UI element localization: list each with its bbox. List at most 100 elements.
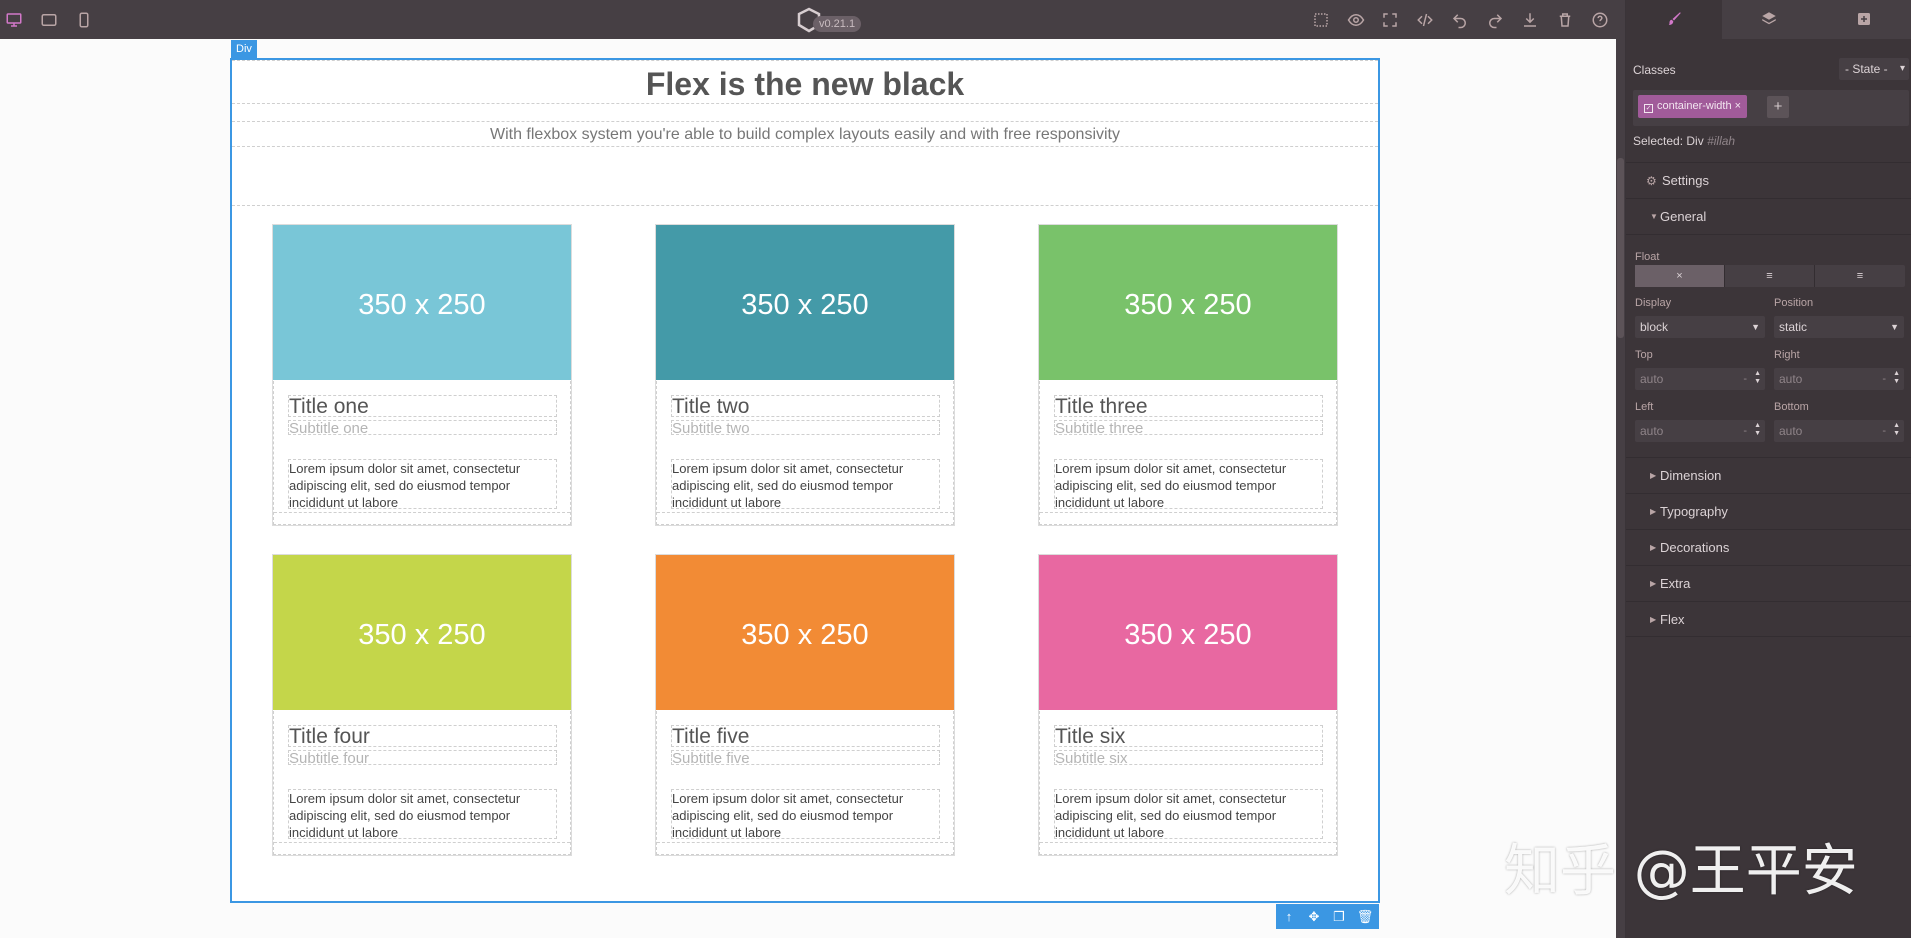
position-label: Position: [1774, 297, 1814, 309]
float-none-option[interactable]: ×: [1635, 265, 1725, 287]
preview-icon[interactable]: [1343, 7, 1369, 33]
undo-icon[interactable]: [1447, 7, 1473, 33]
card-subtitle[interactable]: Subtitle one: [288, 420, 557, 436]
left-value: auto: [1640, 424, 1664, 438]
unit-select[interactable]: -: [1743, 420, 1747, 442]
sector-label: Typography: [1660, 504, 1728, 519]
bottom-value: auto: [1779, 424, 1803, 438]
sector-typography[interactable]: ▶ Typography: [1626, 493, 1911, 529]
card-subtitle[interactable]: Subtitle three: [1054, 420, 1323, 436]
caret-right-icon: ▶: [1650, 615, 1657, 624]
bottom-input[interactable]: auto - ▲ ▼: [1774, 420, 1904, 442]
selected-prefix: Selected:: [1633, 134, 1684, 148]
desktop-icon[interactable]: [1, 7, 27, 33]
export-code-icon[interactable]: [1412, 7, 1438, 33]
state-select[interactable]: - State -: [1839, 58, 1909, 80]
card-title[interactable]: Title five: [671, 725, 940, 748]
sector-decorations[interactable]: ▶ Decorations: [1626, 529, 1911, 565]
sector-label: Dimension: [1660, 468, 1722, 483]
stepper-icon[interactable]: ▲ ▼: [1893, 422, 1900, 438]
right-input[interactable]: auto - ▲ ▼: [1774, 368, 1904, 390]
unit-select[interactable]: -: [1882, 420, 1886, 442]
arrow-up-icon[interactable]: ↑: [1277, 904, 1301, 929]
card-description[interactable]: Lorem ipsum dolor sit amet, consectetur …: [288, 789, 557, 840]
card-subtitle[interactable]: Subtitle four: [288, 750, 557, 766]
card[interactable]: 350 x 250 Title six Subtitle six Lorem i…: [1038, 554, 1338, 856]
clear-canvas-icon[interactable]: [1552, 7, 1578, 33]
card-subtitle[interactable]: Subtitle two: [671, 420, 940, 436]
card-subtitle[interactable]: Subtitle five: [671, 750, 940, 766]
card-image[interactable]: 350 x 250: [656, 555, 954, 710]
settings-toggle[interactable]: ⚙ Settings: [1626, 162, 1911, 198]
fullscreen-icon[interactable]: [1377, 7, 1403, 33]
card-title[interactable]: Title three: [1054, 395, 1323, 418]
unit-select[interactable]: -: [1882, 368, 1886, 390]
card[interactable]: 350 x 250 Title five Subtitle five Lorem…: [655, 554, 955, 856]
clone-icon[interactable]: ❐: [1327, 904, 1351, 929]
card[interactable]: 350 x 250 Title one Subtitle one Lorem i…: [272, 224, 572, 526]
card[interactable]: 350 x 250 Title four Subtitle four Lorem…: [272, 554, 572, 856]
redo-icon[interactable]: [1482, 7, 1508, 33]
layer-manager-icon[interactable]: [1721, 0, 1817, 39]
stepper-icon[interactable]: ▲ ▼: [1893, 370, 1900, 386]
float-right-option[interactable]: ≡: [1815, 265, 1905, 287]
left-input[interactable]: auto - ▲ ▼: [1635, 420, 1765, 442]
blocks-icon[interactable]: [1816, 0, 1911, 39]
card-description[interactable]: Lorem ipsum dolor sit amet, consectetur …: [671, 459, 940, 510]
move-icon[interactable]: ✥: [1302, 904, 1326, 929]
tablet-icon[interactable]: [36, 7, 62, 33]
style-manager-icon[interactable]: [1626, 0, 1722, 39]
card-image[interactable]: 350 x 250: [273, 555, 571, 710]
card-image[interactable]: 350 x 250: [1039, 555, 1337, 710]
class-remove-icon[interactable]: ×: [1735, 100, 1741, 112]
selected-div-container[interactable]: Flex is the new black With flexbox syste…: [230, 58, 1380, 903]
card-description[interactable]: Lorem ipsum dolor sit amet, consectetur …: [288, 459, 557, 510]
card-title[interactable]: Title two: [671, 395, 940, 418]
page-heading[interactable]: Flex is the new black: [232, 62, 1378, 106]
stepper-icon[interactable]: ▲ ▼: [1754, 422, 1761, 438]
card-description[interactable]: Lorem ipsum dolor sit amet, consectetur …: [671, 789, 940, 840]
caret-down-icon: ▼: [1650, 212, 1658, 221]
card-title[interactable]: Title four: [288, 725, 557, 748]
card-subtitle[interactable]: Subtitle six: [1054, 750, 1323, 766]
caret-right-icon: ▶: [1650, 579, 1657, 588]
sector-label: Decorations: [1660, 540, 1730, 555]
card[interactable]: 350 x 250 Title three Subtitle three Lor…: [1038, 224, 1338, 526]
component-toolbar: ↑ ✥ ❐ 🗑: [1276, 904, 1379, 929]
float-left-option[interactable]: ≡: [1725, 265, 1815, 287]
mobile-icon[interactable]: [71, 7, 97, 33]
card-image[interactable]: 350 x 250: [273, 225, 571, 380]
position-select[interactable]: static ▼: [1774, 316, 1904, 338]
right-panel: Classes - State - ✓ container-width × + S…: [1625, 0, 1911, 938]
unit-select[interactable]: -: [1743, 368, 1747, 390]
sector-dimension[interactable]: ▶ Dimension: [1626, 457, 1911, 493]
page-subheading[interactable]: With flexbox system you're able to build…: [232, 122, 1378, 147]
top-input[interactable]: auto - ▲ ▼: [1635, 368, 1765, 390]
card[interactable]: 350 x 250 Title two Subtitle two Lorem i…: [655, 224, 955, 526]
delete-icon[interactable]: 🗑: [1353, 904, 1377, 929]
classes-box: ✓ container-width × +: [1633, 90, 1909, 126]
import-icon[interactable]: [1517, 7, 1543, 33]
sw-visibility-icon[interactable]: [1308, 7, 1334, 33]
class-toggle-icon[interactable]: ✓: [1644, 104, 1653, 113]
editor-topbar: v0.21.1: [0, 0, 1625, 39]
card-image[interactable]: 350 x 250: [656, 225, 954, 380]
card-title[interactable]: Title one: [288, 395, 557, 418]
stepper-icon[interactable]: ▲ ▼: [1754, 370, 1761, 386]
class-tag[interactable]: ✓ container-width ×: [1638, 95, 1748, 118]
sector-extra[interactable]: ▶ Extra: [1626, 565, 1911, 601]
card-description[interactable]: Lorem ipsum dolor sit amet, consectetur …: [1054, 789, 1323, 840]
style-manager: Classes - State - ✓ container-width × + S…: [1626, 39, 1911, 938]
card-title[interactable]: Title six: [1054, 725, 1323, 748]
display-select[interactable]: block ▼: [1635, 316, 1765, 338]
scrollbar-thumb[interactable]: [1617, 158, 1624, 338]
float-radio-group: × ≡ ≡: [1635, 265, 1905, 287]
caret-right-icon: ▶: [1650, 543, 1657, 552]
card-image[interactable]: 350 x 250: [1039, 225, 1337, 380]
sector-general[interactable]: ▼ General: [1626, 198, 1911, 234]
card-description[interactable]: Lorem ipsum dolor sit amet, consectetur …: [1054, 459, 1323, 510]
display-value: block: [1640, 320, 1669, 334]
add-class-button[interactable]: +: [1767, 96, 1789, 118]
help-icon[interactable]: [1587, 7, 1613, 33]
sector-flex[interactable]: ▶ Flex: [1626, 601, 1911, 637]
